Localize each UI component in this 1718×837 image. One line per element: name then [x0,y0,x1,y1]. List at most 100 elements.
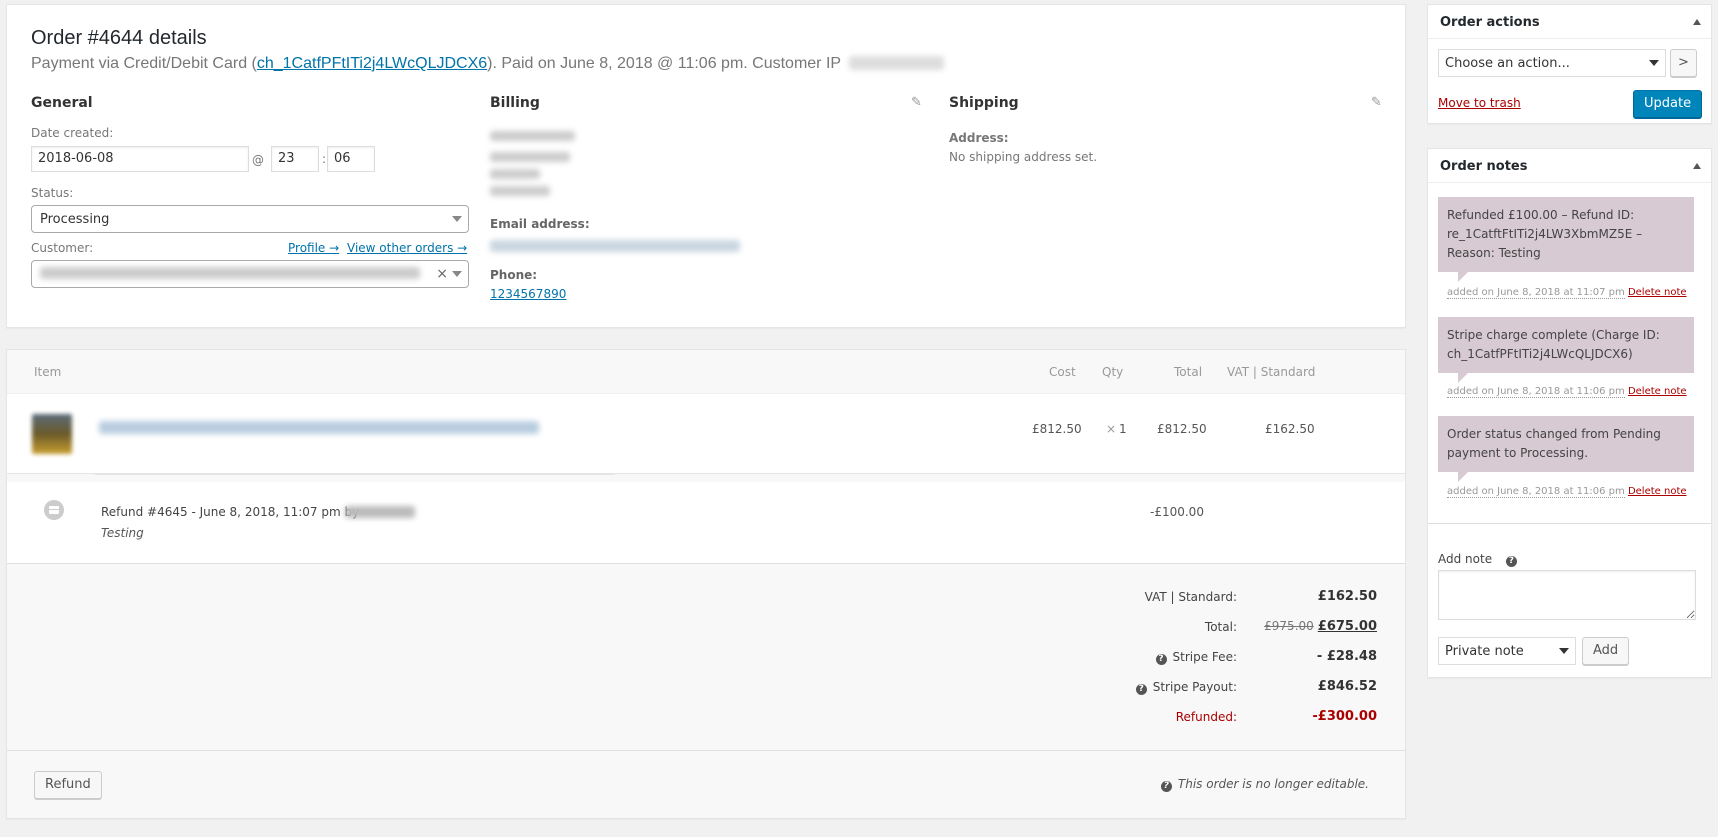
order-items-panel: Item Cost Qty Total VAT | Standard £812.… [6,349,1406,819]
vat-total-value: £162.50 [1317,589,1377,604]
delete-note-link[interactable]: Delete note [1628,486,1687,497]
add-note-button[interactable]: Add [1582,637,1630,665]
minute-input[interactable]: 06 [327,146,375,172]
line-qty: 1 [1119,422,1127,436]
customer-label: Customer: [31,241,94,255]
order-notes-title[interactable]: Order notes [1428,149,1711,183]
notes-divider [1428,523,1711,524]
refunded-label: Refunded: [1175,710,1237,724]
refund-user-redacted [345,506,415,518]
col-cost: Cost [1049,365,1076,379]
billing-heading: Billing [490,95,540,111]
chevron-down-icon [1559,648,1569,654]
refund-row: Refund #4645 - June 8, 2018, 11:07 pm by… [7,482,1405,564]
at-separator: @ [252,153,264,167]
delete-note-link[interactable]: Delete note [1628,287,1687,298]
items-footer: Refund ? This order is no longer editable… [7,750,1405,818]
date-created-label: Date created: [31,126,114,140]
phone-link[interactable]: 1234567890 [490,287,566,301]
stripe-fee-label: ? Stripe Fee: [1155,650,1237,665]
email-redacted [490,240,740,252]
vat-total-label: VAT | Standard: [1144,590,1237,604]
help-icon[interactable]: ? [1505,556,1517,567]
qty-multiplier: × [1106,422,1117,436]
order-note: Order status changed from Pending paymen… [1438,416,1694,482]
charge-id-link[interactable]: ch_1CatfPFtITi2j4LWcQLJDCX6 [257,55,487,72]
order-actions-box: Order actions Choose an action... > Move… [1427,4,1712,124]
edit-billing-icon[interactable]: ✎ [911,95,922,110]
general-heading: General [31,95,93,111]
line-cost: £812.50 [1032,422,1082,436]
view-other-orders-link[interactable]: View other orders → [347,241,467,255]
clear-icon[interactable]: × [436,266,448,282]
customer-redacted [40,267,420,279]
note-meta: added on June 8, 2018 at 11:07 pm Delete… [1447,287,1687,299]
email-label: Email address: [490,217,590,231]
original-total: £975.00 [1264,619,1314,633]
order-note: Stripe charge complete (Charge ID: ch_1C… [1438,317,1694,383]
status-select[interactable]: Processing [31,205,469,233]
shipping-address-value: No shipping address set. [949,150,1098,164]
chevron-down-icon [452,271,462,277]
refund-reason: Testing [101,526,144,540]
update-button[interactable]: Update [1633,90,1703,118]
col-item: Item [34,365,62,379]
add-note-textarea[interactable] [1438,570,1696,620]
product-name-redacted[interactable] [99,421,539,434]
col-total: Total [1174,365,1203,379]
shipping-address-label: Address: [949,131,1009,145]
help-icon[interactable]: ? [1155,654,1167,665]
not-editable-notice: ? This order is no longer editable. [1160,777,1369,792]
billing-address-redacted [490,131,575,196]
apply-action-button[interactable]: > [1670,49,1697,77]
chevron-down-icon [1649,60,1659,66]
date-created-input[interactable]: 2018-06-08 [31,146,249,172]
hour-input[interactable]: 23 [271,146,319,172]
edit-shipping-icon[interactable]: ✎ [1371,95,1382,110]
stripe-fee-value: - £28.48 [1316,649,1377,664]
refund-amount: -£100.00 [1150,505,1204,519]
row-divider [95,474,615,475]
note-meta: added on June 8, 2018 at 11:06 pm Delete… [1447,386,1687,398]
collapse-icon[interactable] [1693,163,1701,169]
note-meta: added on June 8, 2018 at 11:06 pm Delete… [1447,486,1687,498]
product-thumbnail[interactable] [32,414,72,454]
chevron-down-icon [452,216,462,222]
line-total: £812.50 [1157,422,1207,436]
note-type-select[interactable]: Private note [1438,637,1576,665]
help-icon[interactable]: ? [1135,684,1147,695]
order-total-value: £975.00 £675.00 [1264,619,1377,634]
stripe-payout-label: ? Stripe Payout: [1135,680,1237,695]
order-actions-title[interactable]: Order actions [1428,5,1711,39]
billing-section: Billing [490,95,540,111]
order-action-select[interactable]: Choose an action... [1438,49,1666,77]
profile-link[interactable]: Profile → [288,241,339,255]
refund-title: Refund #4645 - June 8, 2018, 11:07 pm by [101,505,360,519]
order-data-panel: Order #4644 details Payment via Credit/D… [6,4,1406,328]
col-vat: VAT | Standard [1227,365,1316,379]
customer-select[interactable]: × [31,260,469,288]
time-colon: : [322,152,327,166]
line-item-row: £812.50 × 1 £812.50 £162.50 [7,394,1405,474]
delete-note-link[interactable]: Delete note [1628,386,1687,397]
line-vat: £162.50 [1265,422,1315,436]
order-note: Refunded £100.00 – Refund ID: re_1CatftF… [1438,197,1694,282]
phone-label: Phone: [490,268,538,282]
general-section: General [31,95,93,111]
items-table-header: Item Cost Qty Total VAT | Standard [7,350,1405,394]
refund-button[interactable]: Refund [34,771,102,799]
refund-icon [44,500,64,520]
order-meta: Payment via Credit/Debit Card (ch_1CatfP… [31,55,945,73]
move-to-trash-link[interactable]: Move to trash [1438,96,1521,110]
help-icon[interactable]: ? [1160,781,1172,792]
customer-ip-redacted [849,56,945,70]
order-total-label: Total: [1204,620,1237,634]
stripe-payout-value: £846.52 [1317,679,1377,694]
collapse-icon[interactable] [1693,19,1701,25]
page-title: Order #4644 details [31,27,207,49]
shipping-section: Shipping [949,95,1019,111]
add-note-label: Add note ? [1438,552,1523,567]
order-notes-box: Order notes Refunded £100.00 – Refund ID… [1427,148,1712,678]
col-qty: Qty [1102,365,1124,379]
status-label: Status: [31,186,74,200]
